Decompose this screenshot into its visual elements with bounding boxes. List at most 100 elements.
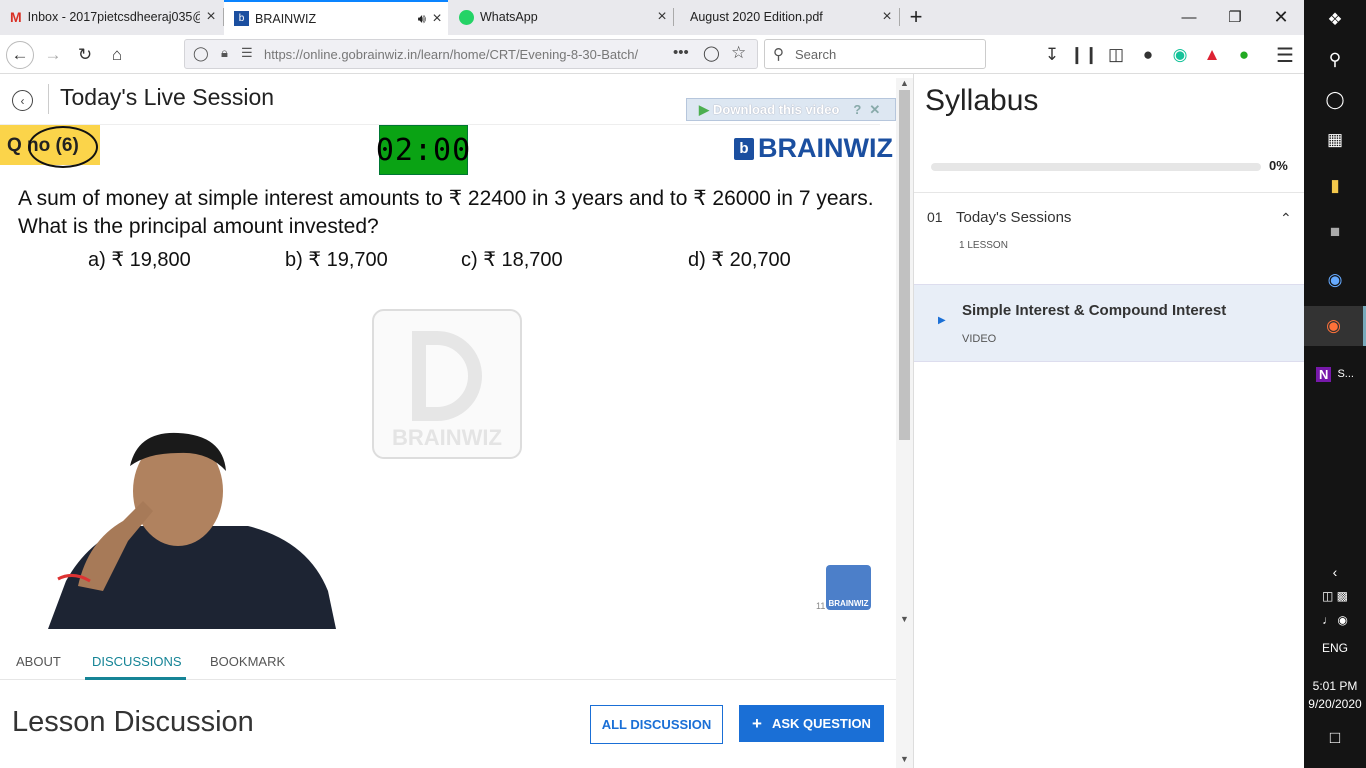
brainwiz-watermark: BRAINWIZ	[372, 309, 522, 459]
play-icon: ▶	[699, 101, 709, 117]
tab-pdf[interactable]: August 2020 Edition.pdf ×	[674, 0, 898, 34]
task-view-icon[interactable]: ▦	[1304, 120, 1366, 160]
close-icon[interactable]: ×	[651, 8, 673, 26]
countdown-timer: 02:00	[376, 125, 470, 175]
language-indicator[interactable]: ENG	[1304, 628, 1366, 668]
tab-inbox[interactable]: M Inbox - 2017pietcsdheeraj035@ ×	[0, 0, 222, 34]
scroll-thumb[interactable]	[899, 90, 910, 440]
onenote-icon[interactable]: N S...	[1304, 354, 1366, 394]
video-scroll-down-icon[interactable]: ▼	[896, 614, 913, 624]
brainwiz-logo: b BRAINWIZ	[734, 133, 893, 164]
search-icon[interactable]: ⚲	[1304, 40, 1366, 80]
section-name: Today's Sessions	[956, 209, 1072, 226]
home-icon[interactable]: ⌂	[103, 41, 131, 69]
circle-annotation	[28, 126, 98, 168]
presenter-video	[48, 432, 336, 629]
syllabus-title: Syllabus	[925, 84, 1039, 117]
tab-label: Inbox - 2017pietcsdheeraj035@	[27, 10, 200, 24]
lesson-item[interactable]: ▶ Simple Interest & Compound Interest VI…	[914, 284, 1305, 362]
account-icon[interactable]: ●	[1134, 41, 1162, 69]
brainwiz-small-logo: BRAINWIZ	[826, 565, 871, 610]
video-player[interactable]: Q no (6) 02:00 b BRAINWIZ A sum of money …	[0, 124, 893, 629]
new-tab-button[interactable]: +	[893, 0, 939, 34]
lesson-type: VIDEO	[962, 333, 997, 345]
url-text[interactable]: https://online.gobrainwiz.in/learn/home/…	[264, 47, 664, 62]
navigation-bar: ← → ↻ ⌂ ◯ 🔒︎ ☰ https://online.gobrainwiz…	[0, 35, 1304, 74]
discussion-title: Lesson Discussion	[12, 706, 254, 738]
gmail-icon: M	[10, 9, 22, 25]
section-number: 01	[927, 209, 943, 225]
camera-icon[interactable]: ◉	[1304, 260, 1366, 300]
question-text: A sum of money at simple interest amount…	[18, 187, 874, 238]
windows-start-icon[interactable]: ❖	[1304, 0, 1366, 40]
onenote-label: S...	[1337, 368, 1354, 380]
recorder-icon[interactable]: ■	[1304, 212, 1366, 252]
back-circle-icon[interactable]: ‹	[12, 90, 33, 111]
plus-icon: +	[752, 713, 762, 733]
close-icon[interactable]: ×	[200, 8, 222, 26]
tab-about[interactable]: ABOUT	[16, 654, 61, 669]
play-icon: ▶	[938, 315, 946, 326]
search-input[interactable]: ⚲ Search	[764, 39, 986, 69]
menu-icon[interactable]: ☰	[1271, 41, 1299, 69]
library-icon[interactable]: ❙❙	[1070, 41, 1099, 69]
restore-button[interactable]: ❐	[1212, 0, 1258, 34]
sidebar-icon[interactable]: ◫	[1102, 41, 1130, 69]
content-scrollbar[interactable]: ▲ ▼ ▼	[896, 78, 913, 768]
permissions-icon[interactable]: ☰	[241, 45, 253, 61]
firefox-icon[interactable]: ◉	[1304, 306, 1366, 346]
pocket-icon[interactable]: ◯	[703, 44, 720, 62]
download-video-button[interactable]: ▶ Download this video ? ✕	[686, 98, 896, 121]
back-arrow-icon[interactable]: ←	[6, 41, 34, 69]
lesson-count: 1 LESSON	[959, 240, 1008, 251]
minimize-button[interactable]: —	[1166, 0, 1212, 34]
tab-bookmark[interactable]: BOOKMARK	[210, 654, 285, 669]
extension-b-icon[interactable]: ●	[1230, 41, 1258, 69]
tab-discussions[interactable]: DISCUSSIONS	[92, 654, 182, 669]
lesson-title: Simple Interest & Compound Interest	[962, 302, 1227, 319]
close-icon[interactable]: ✕	[869, 102, 880, 118]
file-explorer-icon[interactable]: ▮	[1304, 166, 1366, 206]
scroll-down-icon[interactable]: ▼	[896, 754, 913, 764]
whatsapp-icon	[459, 9, 474, 25]
syllabus-sidebar: Syllabus 0% 01 Today's Sessions 1 LESSON…	[913, 74, 1305, 768]
reload-icon[interactable]: ↻	[71, 41, 99, 69]
brainwiz-icon: b	[234, 11, 249, 26]
option-a: a) ₹ 19,800	[88, 249, 191, 271]
main-content: ‹ Today's Live Session ▶ Download this v…	[0, 74, 913, 768]
option-c: c) ₹ 18,700	[461, 249, 563, 271]
speaker-icon[interactable]: 🔊︎	[418, 11, 426, 27]
tab-label: WhatsApp	[480, 10, 538, 24]
notifications-icon[interactable]: □	[1304, 718, 1366, 758]
ask-question-button[interactable]: + ASK QUESTION	[739, 705, 884, 742]
chevron-up-icon[interactable]: ⌃	[1280, 210, 1292, 227]
megaphone-icon[interactable]: ▲	[1198, 41, 1226, 69]
help-icon[interactable]: ?	[853, 102, 861, 117]
progress-bar	[931, 163, 1261, 171]
cortana-icon[interactable]: ◯	[1304, 80, 1366, 120]
search-icon: ⚲	[773, 46, 784, 63]
page-title: Today's Live Session	[60, 84, 275, 110]
brainwiz-icon: b	[734, 137, 754, 160]
progress-label: 0%	[1269, 158, 1288, 173]
option-d: d) ₹ 20,700	[688, 249, 791, 271]
tab-label: BRAINWIZ	[255, 11, 317, 26]
download-icon[interactable]: ↧	[1038, 41, 1066, 69]
all-discussion-button[interactable]: ALL DISCUSSION	[590, 705, 723, 744]
url-bar[interactable]: ◯ 🔒︎ ☰ https://online.gobrainwiz.in/lear…	[184, 39, 758, 69]
lock-icon[interactable]: 🔒︎	[221, 45, 228, 61]
tab-whatsapp[interactable]: WhatsApp ×	[449, 0, 673, 34]
windows-taskbar: ❖ ⚲ ◯ ▦ ▮ ■ ◉ ◉ N S... ‹ ◫ ▩ ♩ ◉ ENG 5:01…	[1304, 0, 1366, 768]
grammarly-icon[interactable]: ◉	[1166, 41, 1194, 69]
shield-icon[interactable]: ◯	[193, 45, 209, 62]
option-b: b) ₹ 19,700	[285, 249, 388, 271]
bookmark-star-icon[interactable]: ☆	[731, 43, 746, 63]
tab-brainwiz[interactable]: b BRAINWIZ 🔊︎ ×	[224, 0, 448, 35]
browser-tab-bar: M Inbox - 2017pietcsdheeraj035@ × b BRAI…	[0, 0, 1304, 35]
tab-label: August 2020 Edition.pdf	[690, 10, 823, 24]
page-actions-icon[interactable]: •••	[673, 44, 689, 61]
close-window-button[interactable]: ✕	[1258, 0, 1304, 34]
forward-arrow-icon[interactable]: →	[39, 41, 67, 69]
scroll-up-icon[interactable]: ▲	[896, 78, 913, 88]
close-icon[interactable]: ×	[426, 10, 448, 28]
